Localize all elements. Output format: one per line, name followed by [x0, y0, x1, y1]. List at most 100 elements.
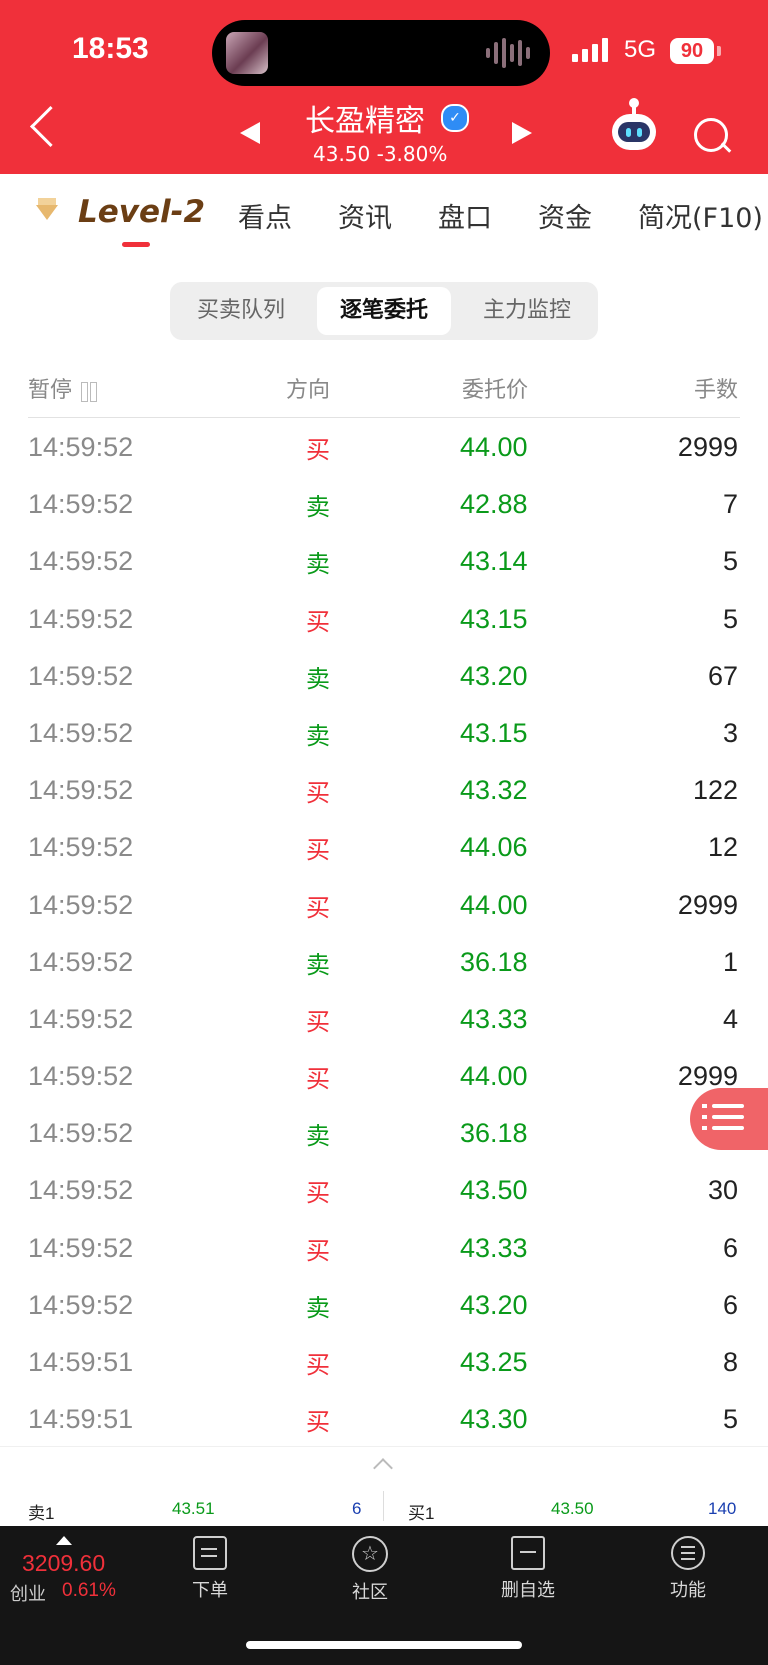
- battery-icon: 90: [670, 38, 714, 64]
- row-direction: 买: [306, 1065, 330, 1094]
- level1-quote-bar[interactable]: 卖1 43.51 6 买1 43.50 140: [0, 1446, 768, 1527]
- row-qty: 30: [707, 1175, 738, 1206]
- bid1-qty: 140: [708, 1499, 737, 1518]
- ask1-price: 43.51: [172, 1499, 215, 1518]
- row-direction: 买: [306, 1408, 330, 1437]
- row-price: 43.15: [460, 603, 528, 634]
- row-price: 42.88: [460, 489, 528, 520]
- row-direction: 买: [306, 779, 330, 808]
- list-menu-button[interactable]: [690, 1088, 768, 1150]
- column-price: 委托价: [462, 378, 529, 403]
- row-time: 14:59:52: [28, 1061, 134, 1092]
- row-price: 43.32: [460, 775, 528, 806]
- tab-order-book[interactable]: 盘口: [438, 196, 492, 235]
- row-direction: 卖: [306, 1122, 330, 1151]
- row-time: 14:59:52: [28, 889, 134, 920]
- table-row: 14:59:52 买 44.00 2999: [0, 876, 768, 933]
- robot-assistant-icon[interactable]: [612, 98, 656, 150]
- nav-community-label: 社区: [352, 1582, 388, 1603]
- bid1-price: 43.50: [551, 1499, 594, 1518]
- table-row: 14:59:52 卖 36.18 1: [0, 933, 768, 990]
- row-time: 14:59:51: [28, 1347, 134, 1377]
- cellular-signal-icon: [572, 38, 608, 62]
- table-row: 14:59:52 卖 42.88 7: [0, 475, 768, 532]
- index-name[interactable]: 创业: [10, 1580, 46, 1606]
- row-qty: 4: [722, 1003, 738, 1034]
- expand-chevron-icon[interactable]: [373, 1458, 393, 1478]
- status-time: 18:53: [72, 32, 149, 65]
- bid1-label: 买1: [408, 1504, 435, 1523]
- row-qty: 3: [722, 717, 738, 748]
- row-qty: 12: [707, 832, 738, 863]
- tab-level2[interactable]: Level-2: [78, 194, 205, 230]
- network-type: 5G: [624, 36, 657, 63]
- row-qty: 2999: [677, 889, 738, 920]
- nav-community[interactable]: 社区: [325, 1536, 415, 1604]
- row-qty: 1: [722, 946, 738, 977]
- nav-remove-watchlist-label: 删自选: [501, 1580, 555, 1601]
- row-time: 14:59:52: [28, 1232, 134, 1263]
- segment-order-by-order[interactable]: 逐笔委托: [317, 287, 451, 335]
- back-icon[interactable]: [29, 105, 72, 148]
- table-row: 14:59:52 买 43.50 30: [0, 1161, 768, 1218]
- pause-label[interactable]: 暂停: [28, 378, 72, 403]
- quote-divider: [383, 1491, 384, 1521]
- row-price: 44.00: [460, 1061, 528, 1092]
- table-row: 14:59:52 买 43.33 6: [0, 1219, 768, 1276]
- nav-order[interactable]: 下单: [165, 1536, 255, 1602]
- row-time: 14:59:52: [28, 1118, 134, 1149]
- dynamic-island[interactable]: [212, 20, 550, 86]
- menu-icon: [671, 1536, 705, 1570]
- tab-news[interactable]: 资讯: [338, 196, 392, 235]
- row-time: 14:59:52: [28, 832, 134, 863]
- battery-tip: [717, 46, 721, 56]
- column-direction: 方向: [286, 378, 331, 403]
- table-row: 14:59:52卖36.182: [0, 1104, 768, 1161]
- stock-price-change: 43.50 -3.80%: [313, 142, 448, 166]
- row-price: 44.00: [460, 432, 528, 462]
- row-price: 43.33: [460, 1003, 528, 1034]
- previous-stock-icon[interactable]: [240, 122, 260, 144]
- row-direction: 买: [306, 893, 330, 922]
- segment-main-monitor[interactable]: 主力监控: [460, 287, 594, 335]
- index-change[interactable]: 0.61%: [62, 1580, 116, 1602]
- tab-capital[interactable]: 资金: [538, 196, 592, 235]
- row-direction: 买: [306, 436, 330, 464]
- diamond-icon-top: [38, 198, 56, 205]
- row-qty: 5: [722, 603, 738, 634]
- row-time: 14:59:52: [28, 775, 134, 806]
- tab-highlights[interactable]: 看点: [238, 196, 292, 235]
- row-qty: 5: [722, 546, 738, 577]
- verified-icon: ✓: [441, 104, 469, 132]
- table-row: 14:59:52 买 44.00 2999: [0, 418, 768, 475]
- column-time[interactable]: 暂停: [28, 372, 98, 404]
- row-price: 43.20: [460, 660, 528, 691]
- header-bar: 18:53 5G 90 长盈精密 ✓ 43.50 -3.80%: [0, 0, 768, 174]
- community-icon: [352, 1536, 388, 1572]
- nav-remove-watchlist[interactable]: 删自选: [483, 1536, 573, 1602]
- diamond-icon: [36, 205, 58, 220]
- index-value[interactable]: 3209.60: [22, 1550, 105, 1577]
- table-row: 14:59:52 卖 43.15 3: [0, 704, 768, 761]
- segment-queue[interactable]: 买卖队列: [174, 287, 308, 335]
- row-direction: 卖: [306, 950, 330, 979]
- table-row: 14:59:52 卖 43.20 67: [0, 647, 768, 704]
- home-indicator[interactable]: [246, 1641, 522, 1649]
- table-row: 14:59:52 买 44.06 12: [0, 818, 768, 875]
- nav-functions[interactable]: 功能: [643, 1536, 733, 1602]
- pause-icon[interactable]: [80, 382, 98, 402]
- next-stock-icon[interactable]: [512, 122, 532, 144]
- row-time: 14:59:52: [28, 432, 134, 462]
- row-qty: 6: [722, 1232, 738, 1263]
- table-row: 14:59:52 卖 43.14 5: [0, 532, 768, 589]
- table-row: 14:59:51 买 43.30 5: [0, 1390, 768, 1447]
- row-price: 43.25: [460, 1347, 528, 1377]
- row-price: 44.00: [460, 889, 528, 920]
- table-row: 14:59:52 买 43.32 122: [0, 761, 768, 818]
- ask1-label: 卖1: [28, 1504, 55, 1523]
- active-tab-indicator: [122, 242, 150, 247]
- order-icon: [193, 1536, 227, 1570]
- table-row: 14:59:51 买 43.25 8: [0, 1333, 768, 1390]
- tab-profile-f10[interactable]: 简况(F10): [638, 196, 763, 235]
- row-time: 14:59:52: [28, 1175, 134, 1206]
